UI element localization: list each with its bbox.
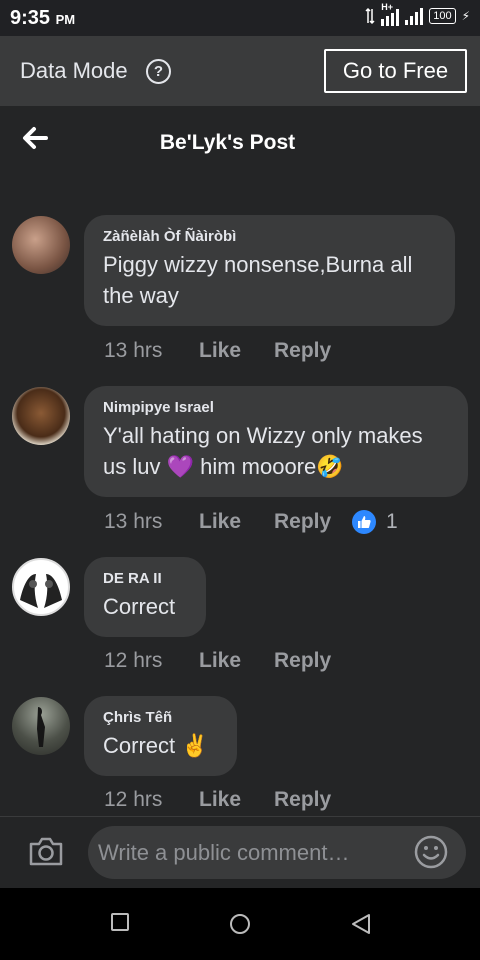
- comment-input[interactable]: Write a public comment…: [88, 826, 466, 879]
- system-navigation-bar: [0, 888, 480, 960]
- circle-icon[interactable]: [228, 912, 252, 941]
- battery-level: 100: [433, 10, 452, 22]
- comment-text: Piggy wizzy nonsense,Burna all the way: [103, 252, 413, 308]
- comment-time: 12 hrs: [104, 788, 163, 811]
- reply-button[interactable]: Reply: [274, 510, 352, 534]
- post-header: Be'Lyk's Post: [0, 106, 480, 180]
- comment-bubble[interactable]: DE RA II Correct: [84, 557, 206, 637]
- comment-actions: 13 hrs Like Reply: [104, 339, 352, 363]
- reaction-summary[interactable]: 1: [352, 510, 398, 534]
- commenter-name[interactable]: Zàñèlàh Òf Ñàìròbì: [103, 228, 436, 245]
- comment-time: 13 hrs: [104, 510, 163, 533]
- like-button[interactable]: Like: [199, 510, 274, 534]
- battery-icon: 100: [429, 8, 456, 24]
- clock-time: 9:35: [10, 7, 51, 29]
- comment-bubble[interactable]: Çhrìs Têñ Correct ✌️: [84, 696, 237, 776]
- clock-ampm: PM: [55, 12, 76, 27]
- avatar-image: [20, 574, 62, 608]
- reply-button[interactable]: Reply: [274, 788, 352, 812]
- comment-text: Correct: [103, 594, 176, 619]
- reply-button[interactable]: Reply: [274, 339, 352, 363]
- commenter-name[interactable]: Nimpipye Israel: [103, 399, 449, 416]
- avatar[interactable]: [12, 697, 70, 755]
- data-mode-label: Data Mode: [20, 58, 128, 83]
- like-button[interactable]: Like: [199, 339, 274, 363]
- avatar-image: [37, 707, 45, 747]
- comment-bubble[interactable]: Zàñèlàh Òf Ñàìròbì Piggy wizzy nonsense,…: [84, 215, 455, 326]
- commenter-name[interactable]: Çhrìs Têñ: [103, 709, 218, 726]
- status-bar: 9:35 PM H+ 100 ⚡: [0, 0, 480, 36]
- comment-bubble[interactable]: Nimpipye Israel Y'all hating on Wizzy on…: [84, 386, 468, 497]
- comment-time: 12 hrs: [104, 649, 163, 672]
- reaction-count: 1: [386, 510, 398, 533]
- signal-strength-icon: H+: [381, 2, 400, 26]
- data-transfer-icon: [365, 7, 375, 25]
- network-type: H+: [381, 2, 393, 12]
- like-button[interactable]: Like: [199, 649, 274, 673]
- commenter-name[interactable]: DE RA II: [103, 570, 187, 587]
- charging-icon: ⚡: [461, 9, 470, 23]
- square-icon[interactable]: [110, 912, 130, 937]
- comment-actions: 12 hrs Like Reply: [104, 788, 352, 812]
- comment-time: 13 hrs: [104, 339, 163, 362]
- status-time: 9:35 PM: [10, 7, 75, 30]
- avatar[interactable]: [12, 387, 70, 445]
- go-to-free-button[interactable]: Go to Free: [324, 49, 467, 93]
- comments-list[interactable]: Zàñèlàh Òf Ñàìròbì Piggy wizzy nonsense,…: [0, 180, 480, 816]
- avatar[interactable]: [12, 216, 70, 274]
- comment-composer: Write a public comment…: [0, 816, 480, 889]
- reply-button[interactable]: Reply: [274, 649, 352, 673]
- page-title: Be'Lyk's Post: [159, 131, 296, 154]
- comment-actions: 13 hrs Like Reply 1: [104, 510, 398, 534]
- comment-actions: 12 hrs Like Reply: [104, 649, 352, 673]
- triangle-back-icon[interactable]: [349, 912, 373, 941]
- data-mode-banner: Data Mode ? Go to Free: [0, 36, 480, 106]
- comment-text: Y'all hating on Wizzy only makes us luv …: [103, 423, 423, 479]
- like-button[interactable]: Like: [199, 788, 274, 812]
- signal-strength-icon-2: [405, 7, 424, 25]
- thumbs-up-icon: [352, 510, 376, 534]
- comment-text: Correct ✌️: [103, 733, 209, 758]
- smiley-icon[interactable]: [414, 835, 448, 874]
- avatar[interactable]: [12, 558, 70, 616]
- camera-icon[interactable]: [28, 835, 64, 872]
- status-icons: H+ 100 ⚡: [365, 2, 470, 26]
- question-circle-icon[interactable]: ?: [146, 59, 171, 84]
